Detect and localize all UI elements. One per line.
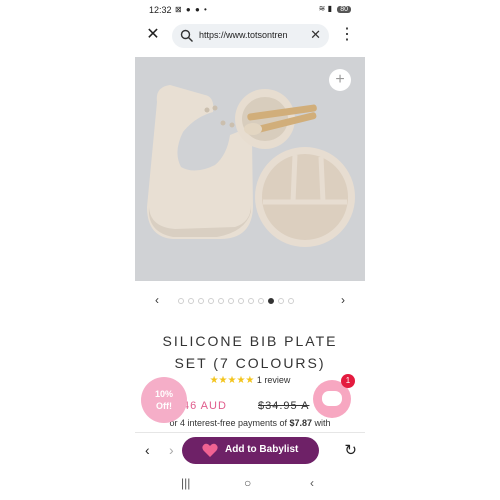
image-carousel-nav: ‹ › — [135, 291, 365, 311]
back-arrow-icon[interactable]: ‹ — [145, 442, 150, 458]
product-title-line2: SET (7 COLOURS) — [174, 355, 326, 371]
add-to-babylist-button[interactable]: Add to Babylist — [182, 437, 319, 464]
carousel-dot[interactable] — [288, 298, 294, 304]
browser-bottom-toolbar: ‹ › Add to Babylist ↻ — [135, 432, 365, 469]
chevron-left-icon[interactable]: ‹ — [155, 293, 159, 307]
notification-icons: ⊠ ● ● • — [175, 5, 208, 14]
signal-icon: ▮ — [327, 4, 332, 13]
search-icon — [180, 29, 193, 42]
carousel-dots — [178, 298, 294, 306]
chat-bubble-icon — [322, 391, 342, 406]
product-title-line1: SILICONE BIB PLATE — [162, 333, 338, 349]
carousel-dot[interactable] — [248, 298, 254, 304]
afterpay-prefix: or 4 interest-free payments of — [169, 418, 290, 428]
review-count[interactable]: 1 review — [257, 375, 291, 385]
product-title: SILICONE BIB PLATE SET (7 COLOURS) — [135, 330, 365, 374]
home-icon[interactable]: ○ — [244, 476, 251, 490]
back-nav-icon[interactable]: ‹ — [310, 476, 314, 490]
status-time: 12:32 — [149, 5, 172, 15]
close-icon[interactable]: ✕ — [144, 26, 162, 44]
url-field[interactable]: https://www.totsontren ✕ — [172, 24, 329, 48]
afterpay-amount: $7.87 — [289, 418, 313, 428]
battery-icon: 80 — [337, 6, 351, 13]
product-photo — [135, 57, 365, 281]
forward-arrow-icon[interactable]: › — [169, 442, 174, 458]
rating-stars: ★★★★★ — [209, 375, 255, 386]
carousel-dot[interactable] — [268, 298, 274, 304]
android-nav-bar: ||| ○ ‹ — [135, 470, 365, 500]
carousel-dot[interactable] — [278, 298, 284, 304]
carousel-dot[interactable] — [238, 298, 244, 304]
wifi-icon: ≋ — [318, 4, 326, 13]
chevron-right-icon[interactable]: › — [341, 293, 345, 307]
chat-notification-badge: 1 — [341, 374, 355, 388]
heart-icon — [202, 443, 218, 457]
browser-url-bar: ✕ https://www.totsontren ✕ ⋮ — [135, 22, 365, 50]
clear-url-icon[interactable]: ✕ — [310, 28, 321, 42]
product-image[interactable]: + — [135, 57, 365, 281]
carousel-dot[interactable] — [188, 298, 194, 304]
sale-price: 46 AUD — [183, 400, 227, 412]
status-right: ≋ ▮ 80 — [319, 4, 351, 13]
phone-screen: 12:32 ⊠ ● ● • ≋ ▮ 80 ✕ https://www.totso… — [135, 0, 365, 500]
carousel-dot[interactable] — [178, 298, 184, 304]
afterpay-suffix: with — [312, 418, 331, 428]
babylist-label: Add to Babylist — [225, 444, 299, 455]
carousel-dot[interactable] — [258, 298, 264, 304]
url-text[interactable]: https://www.totsontren — [199, 30, 299, 40]
carousel-dot[interactable] — [198, 298, 204, 304]
discount-line2: Off! — [156, 401, 172, 411]
compare-price: $34.95 A — [258, 400, 310, 412]
carousel-dot[interactable] — [218, 298, 224, 304]
chat-button[interactable]: 1 — [313, 374, 355, 418]
zoom-plus-icon[interactable]: + — [329, 69, 351, 91]
status-bar: 12:32 ⊠ ● ● • ≋ ▮ 80 — [135, 0, 365, 20]
discount-badge-button[interactable]: 10% Off! — [141, 377, 187, 423]
carousel-dot[interactable] — [208, 298, 214, 304]
more-options-icon[interactable]: ⋮ — [339, 26, 355, 44]
carousel-dot[interactable] — [228, 298, 234, 304]
discount-line1: 10% — [154, 389, 173, 399]
recents-icon[interactable]: ||| — [181, 476, 190, 490]
refresh-icon[interactable]: ↻ — [344, 441, 357, 459]
